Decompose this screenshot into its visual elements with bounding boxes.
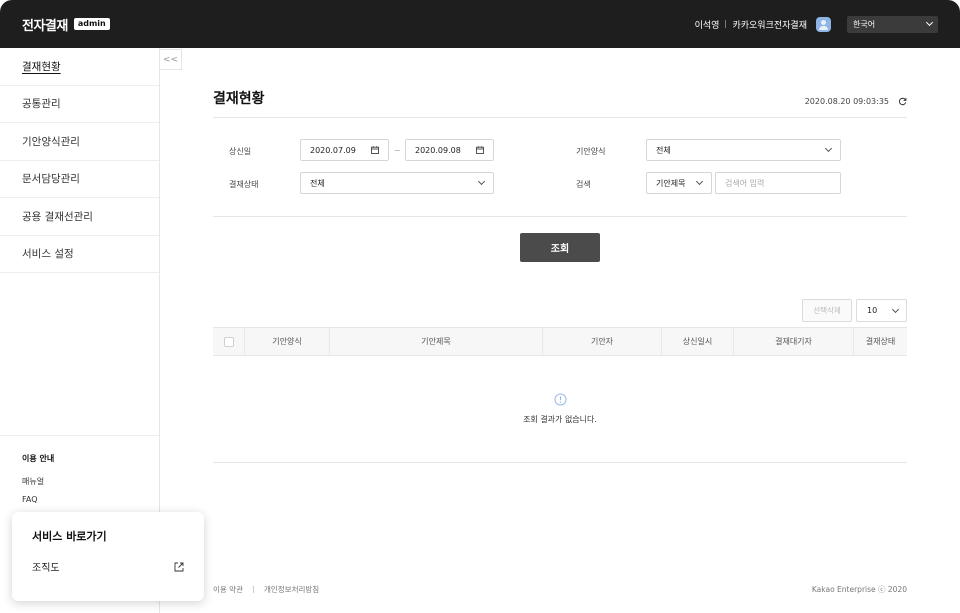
chevron-down-icon [824,144,833,153]
app-logo[interactable]: 전자결재 [22,15,68,34]
title-divider [213,117,907,118]
chevron-down-icon [891,305,900,313]
column-header[interactable]: 기안제목 [330,328,543,355]
faq-link[interactable]: FAQ [22,495,137,504]
admin-badge: admin [73,18,110,30]
status-select-value: 전체 [310,178,325,188]
status-select[interactable]: 전체 [300,172,494,194]
search-input[interactable]: 검색어 입력 [715,172,841,194]
date-from-input[interactable]: 2020.07.09 [300,139,389,161]
search-type-select[interactable]: 기안제목 [646,172,712,194]
column-header[interactable]: 결재상태 [854,328,907,355]
header-divider [725,20,727,28]
form-label: 기안양식 [576,147,606,156]
main-content: 결재현황 2020.08.20 09:03:35 상신일 2020.07.09 … [213,48,907,613]
sidebar-item-common-management[interactable]: 공통관리 [0,86,159,123]
chevron-down-icon [477,177,486,186]
chevron-down-icon [925,18,934,27]
column-header[interactable]: 기안양식 [245,328,330,355]
sidebar-item-label: 서비스 설정 [22,248,74,261]
table-bottom-divider [213,462,907,463]
app-window: 전자결재 admin 이석영 카카오워크전자결재 한국어 결재현황 공통관리 기… [0,0,960,613]
info-icon [553,393,567,406]
sidebar-item-label: 공통관리 [22,98,61,111]
sidebar-item-shared-approval-line[interactable]: 공용 결재선관리 [0,198,159,236]
empty-state: 조회 결과가 없습니다. [213,393,907,425]
status-label: 결재상태 [229,180,259,189]
calendar-icon [371,146,379,154]
company-name: 카카오워크전자결재 [732,20,807,31]
date-label: 상신일 [229,147,252,156]
language-value: 한국어 [853,19,876,29]
column-header[interactable]: 기안자 [543,328,662,355]
calendar-icon [476,146,484,154]
column-header[interactable]: 결재대기자 [734,328,854,355]
search-type-value: 기안제목 [656,178,686,188]
sidebar-item-service-settings[interactable]: 서비스 설정 [0,236,159,273]
page-title: 결재현황 [213,91,265,107]
usage-guide-title: 이용 안내 [22,454,55,463]
table-header: 기안양식 기안제목 기안자 상신일시 결재대기자 결재상태 [213,327,907,356]
chevron-down-icon [695,177,704,186]
service-shortcut-popup: 서비스 바로가기 조직도 [12,512,204,601]
empty-message: 조회 결과가 없습니다. [523,415,597,424]
form-select[interactable]: 전체 [646,139,841,161]
usage-guide: 이용 안내 매뉴얼 FAQ [0,435,159,512]
footer-links: 이용 약관 개인정보처리방침 [213,584,319,595]
sidebar-item-approval-status[interactable]: 결재현황 [0,48,159,86]
page-size-select[interactable]: 10 [856,299,907,322]
date-to-input[interactable]: 2020.09.08 [405,139,494,161]
double-chevron-left-icon: << [162,54,179,65]
copyright: Kakao Enterprise ⓒ 2020 [811,585,907,594]
search-label: 검색 [576,180,591,189]
external-link-icon [174,562,184,571]
user-name: 이석영 [694,20,720,31]
select-all-cell [213,328,245,355]
org-chart-link[interactable]: 조직도 [32,559,184,574]
org-chart-label: 조직도 [32,563,60,574]
manual-link[interactable]: 매뉴얼 [22,476,137,487]
footer-divider [252,586,254,593]
date-to-value: 2020.09.08 [415,145,461,155]
page-size-value: 10 [867,306,878,315]
select-all-checkbox[interactable] [223,336,234,347]
sidebar-item-label: 결재현황 [22,60,61,73]
header-user-area: 이석영 카카오워크전자결재 한국어 [695,0,938,48]
search-placeholder: 검색어 입력 [725,178,765,188]
form-select-value: 전체 [656,145,671,155]
sidebar-item-label: 기안양식관리 [22,135,80,148]
timestamp-text: 2020.08.20 09:03:35 [804,97,889,106]
search-button[interactable]: 조회 [520,233,600,262]
sidebar-item-form-management[interactable]: 기안양식관리 [0,123,159,161]
column-header[interactable]: 상신일시 [662,328,734,355]
popup-title: 서비스 바로가기 [32,530,107,543]
sidebar-item-label: 문서담당관리 [22,173,80,186]
privacy-link[interactable]: 개인정보처리방침 [264,584,319,595]
language-select[interactable]: 한국어 [847,15,938,33]
user-avatar-icon[interactable] [816,16,831,32]
collapse-sidebar-button[interactable]: << [160,49,182,70]
sidebar-item-label: 공용 결재선관리 [22,210,93,223]
refresh-icon[interactable] [898,97,907,106]
date-range-separator: ~ [394,146,401,155]
sidebar-item-document-manager[interactable]: 문서담당관리 [0,161,159,198]
terms-link[interactable]: 이용 약관 [213,584,243,595]
delete-selected-button[interactable]: 선택삭제 [802,299,852,322]
date-from-value: 2020.07.09 [310,145,356,155]
last-updated: 2020.08.20 09:03:35 [805,97,907,106]
filter-divider [213,216,907,217]
top-header: 전자결재 admin 이석영 카카오워크전자결재 한국어 [0,0,960,48]
